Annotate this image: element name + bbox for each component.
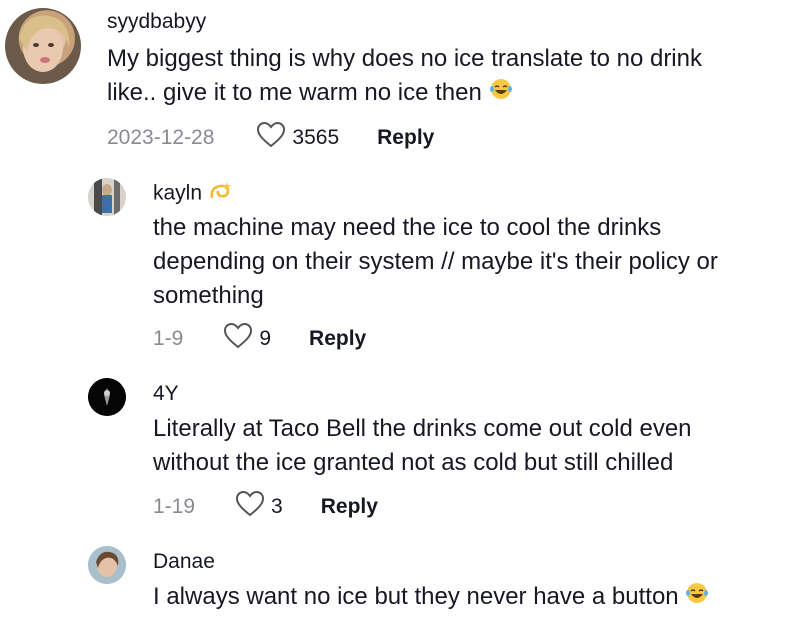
reply-button[interactable]: Reply: [321, 495, 378, 519]
comment-meta: 1-19 3 Reply: [153, 490, 378, 523]
comment-text: My biggest thing is why does no ice tran…: [107, 42, 747, 111]
comment-date: 1-9: [153, 326, 184, 350]
avatar[interactable]: [5, 8, 81, 84]
avatar[interactable]: [88, 178, 126, 216]
comment-item: syydbabyy My biggest thing is why does n…: [0, 0, 788, 160]
comment-text-content: I always want no ice but they never have…: [153, 583, 679, 610]
laughing-tears-icon: [489, 77, 513, 111]
laughing-tears-icon: [685, 581, 709, 615]
avatar[interactable]: [88, 378, 126, 416]
comment-username[interactable]: syydbabyy: [107, 10, 206, 34]
username-text: kayln: [153, 181, 203, 205]
like-button[interactable]: 9: [223, 322, 271, 355]
reply-comment-item: kayln the machine may need the ice to co…: [0, 170, 788, 360]
heart-icon[interactable]: [235, 490, 265, 523]
reply-comment-item: 4Y Literally at Taco Bell the drinks com…: [0, 372, 788, 532]
reply-button[interactable]: Reply: [377, 126, 434, 150]
avatar[interactable]: [88, 546, 126, 584]
comment-username[interactable]: kayln: [153, 180, 232, 208]
comment-username[interactable]: 4Y: [153, 382, 179, 406]
reply-comment-item: Danae I always want no ice but they neve…: [0, 540, 788, 620]
dizzy-icon: [208, 180, 232, 208]
comment-text: the machine may need the ice to cool the…: [153, 214, 718, 309]
like-button[interactable]: 3565: [256, 121, 339, 154]
reply-button[interactable]: Reply: [309, 327, 366, 351]
heart-icon[interactable]: [223, 322, 253, 355]
comment-username[interactable]: Danae: [153, 550, 215, 574]
comment-meta: 1-9 9 Reply: [153, 322, 366, 355]
like-button[interactable]: 3: [235, 490, 283, 523]
heart-icon[interactable]: [256, 121, 286, 154]
comment-text: I always want no ice but they never have…: [153, 580, 783, 615]
like-count: 9: [259, 326, 272, 350]
like-count: 3565: [292, 125, 340, 149]
comment-date: 1-19: [153, 494, 196, 518]
comment-text: Literally at Taco Bell the drinks come o…: [153, 415, 692, 476]
like-count: 3: [271, 494, 283, 518]
comment-date: 2023-12-28: [107, 125, 215, 149]
comment-meta: 2023-12-28 3565 Reply: [107, 121, 434, 154]
comment-text-content: My biggest thing is why does no ice tran…: [107, 45, 702, 106]
